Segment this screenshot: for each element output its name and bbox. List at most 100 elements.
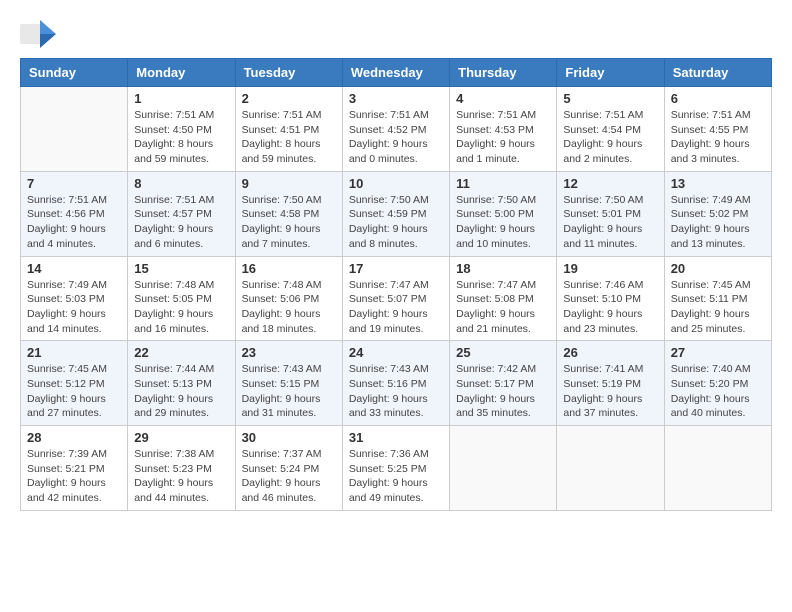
day-info: Sunrise: 7:37 AM Sunset: 5:24 PM Dayligh… [242, 447, 336, 506]
day-number: 15 [134, 261, 228, 276]
calendar-cell: 23 Sunrise: 7:43 AM Sunset: 5:15 PM Dayli… [235, 341, 342, 426]
calendar-cell: 28Sunrise: 7:39 AM Sunset: 5:21 PM Dayli… [21, 426, 128, 511]
day-info: Sunrise: 7:51 AM Sunset: 4:56 PM Dayligh… [27, 193, 121, 252]
calendar-table: SundayMondayTuesdayWednesdayThursdayFrid… [20, 58, 772, 511]
day-number: 8 [134, 176, 228, 191]
day-number: 11 [456, 176, 550, 191]
day-number: 25 [456, 345, 550, 360]
weekday-header-friday: Friday [557, 59, 664, 87]
day-number: 26 [563, 345, 657, 360]
day-info: Sunrise: 7:42 AM Sunset: 5:17 PM Dayligh… [456, 362, 550, 421]
day-number: 22 [134, 345, 228, 360]
day-number: 20 [671, 261, 765, 276]
day-number: 24 [349, 345, 443, 360]
day-info: Sunrise: 7:47 AM Sunset: 5:07 PM Dayligh… [349, 278, 443, 337]
day-number: 2 [242, 91, 336, 106]
day-number: 9 [242, 176, 336, 191]
day-info: Sunrise: 7:44 AM Sunset: 5:13 PM Dayligh… [134, 362, 228, 421]
day-number: 19 [563, 261, 657, 276]
calendar-cell: 20 Sunrise: 7:45 AM Sunset: 5:11 PM Dayli… [664, 256, 771, 341]
day-info: Sunrise: 7:51 AM Sunset: 4:52 PM Dayligh… [349, 108, 443, 167]
day-number: 1 [134, 91, 228, 106]
day-info: Sunrise: 7:51 AM Sunset: 4:55 PM Dayligh… [671, 108, 765, 167]
calendar-cell: 2 Sunrise: 7:51 AM Sunset: 4:51 PM Daylig… [235, 87, 342, 172]
calendar-cell: 25 Sunrise: 7:42 AM Sunset: 5:17 PM Dayli… [450, 341, 557, 426]
calendar-cell: 17Sunrise: 7:47 AM Sunset: 5:07 PM Dayli… [342, 256, 449, 341]
day-info: Sunrise: 7:43 AM Sunset: 5:16 PM Dayligh… [349, 362, 443, 421]
day-number: 6 [671, 91, 765, 106]
day-info: Sunrise: 7:36 AM Sunset: 5:25 PM Dayligh… [349, 447, 443, 506]
day-info: Sunrise: 7:49 AM Sunset: 5:03 PM Dayligh… [27, 278, 121, 337]
day-number: 29 [134, 430, 228, 445]
calendar-week-row: 7 Sunrise: 7:51 AM Sunset: 4:56 PM Daylig… [21, 171, 772, 256]
day-info: Sunrise: 7:50 AM Sunset: 4:58 PM Dayligh… [242, 193, 336, 252]
calendar-cell [450, 426, 557, 511]
day-number: 16 [242, 261, 336, 276]
calendar-cell: 11 Sunrise: 7:50 AM Sunset: 5:00 PM Dayli… [450, 171, 557, 256]
day-number: 21 [27, 345, 121, 360]
logo [20, 20, 60, 48]
calendar-cell [21, 87, 128, 172]
day-number: 13 [671, 176, 765, 191]
calendar-week-row: 14Sunrise: 7:49 AM Sunset: 5:03 PM Dayli… [21, 256, 772, 341]
day-info: Sunrise: 7:39 AM Sunset: 5:21 PM Dayligh… [27, 447, 121, 506]
weekday-header-thursday: Thursday [450, 59, 557, 87]
day-number: 31 [349, 430, 443, 445]
day-info: Sunrise: 7:51 AM Sunset: 4:51 PM Dayligh… [242, 108, 336, 167]
calendar-cell: 12Sunrise: 7:50 AM Sunset: 5:01 PM Dayli… [557, 171, 664, 256]
day-number: 7 [27, 176, 121, 191]
calendar-cell: 27Sunrise: 7:40 AM Sunset: 5:20 PM Dayli… [664, 341, 771, 426]
day-info: Sunrise: 7:51 AM Sunset: 4:57 PM Dayligh… [134, 193, 228, 252]
day-info: Sunrise: 7:48 AM Sunset: 5:05 PM Dayligh… [134, 278, 228, 337]
day-info: Sunrise: 7:45 AM Sunset: 5:12 PM Dayligh… [27, 362, 121, 421]
day-info: Sunrise: 7:51 AM Sunset: 4:54 PM Dayligh… [563, 108, 657, 167]
calendar-cell: 9 Sunrise: 7:50 AM Sunset: 4:58 PM Daylig… [235, 171, 342, 256]
calendar-cell: 30 Sunrise: 7:37 AM Sunset: 5:24 PM Dayli… [235, 426, 342, 511]
weekday-header-saturday: Saturday [664, 59, 771, 87]
day-number: 3 [349, 91, 443, 106]
calendar-cell: 3 Sunrise: 7:51 AM Sunset: 4:52 PM Daylig… [342, 87, 449, 172]
calendar-cell: 15 Sunrise: 7:48 AM Sunset: 5:05 PM Dayli… [128, 256, 235, 341]
day-info: Sunrise: 7:47 AM Sunset: 5:08 PM Dayligh… [456, 278, 550, 337]
calendar-cell: 24 Sunrise: 7:43 AM Sunset: 5:16 PM Dayli… [342, 341, 449, 426]
calendar-cell: 29 Sunrise: 7:38 AM Sunset: 5:23 PM Dayli… [128, 426, 235, 511]
calendar-cell: 5 Sunrise: 7:51 AM Sunset: 4:54 PM Daylig… [557, 87, 664, 172]
calendar-week-row: 28Sunrise: 7:39 AM Sunset: 5:21 PM Dayli… [21, 426, 772, 511]
calendar-cell: 31 Sunrise: 7:36 AM Sunset: 5:25 PM Dayli… [342, 426, 449, 511]
calendar-cell [557, 426, 664, 511]
day-number: 30 [242, 430, 336, 445]
day-number: 5 [563, 91, 657, 106]
calendar-cell: 8 Sunrise: 7:51 AM Sunset: 4:57 PM Daylig… [128, 171, 235, 256]
day-info: Sunrise: 7:51 AM Sunset: 4:53 PM Dayligh… [456, 108, 550, 167]
weekday-header-tuesday: Tuesday [235, 59, 342, 87]
day-info: Sunrise: 7:43 AM Sunset: 5:15 PM Dayligh… [242, 362, 336, 421]
weekday-header-monday: Monday [128, 59, 235, 87]
weekday-header-sunday: Sunday [21, 59, 128, 87]
day-info: Sunrise: 7:50 AM Sunset: 5:00 PM Dayligh… [456, 193, 550, 252]
day-info: Sunrise: 7:46 AM Sunset: 5:10 PM Dayligh… [563, 278, 657, 337]
day-info: Sunrise: 7:38 AM Sunset: 5:23 PM Dayligh… [134, 447, 228, 506]
calendar-cell: 26Sunrise: 7:41 AM Sunset: 5:19 PM Dayli… [557, 341, 664, 426]
logo-icon [20, 20, 56, 48]
calendar-cell: 10 Sunrise: 7:50 AM Sunset: 4:59 PM Dayli… [342, 171, 449, 256]
calendar-cell [664, 426, 771, 511]
calendar-cell: 7 Sunrise: 7:51 AM Sunset: 4:56 PM Daylig… [21, 171, 128, 256]
weekday-header-row: SundayMondayTuesdayWednesdayThursdayFrid… [21, 59, 772, 87]
calendar-cell: 19 Sunrise: 7:46 AM Sunset: 5:10 PM Dayli… [557, 256, 664, 341]
day-number: 10 [349, 176, 443, 191]
day-number: 12 [563, 176, 657, 191]
calendar-cell: 14Sunrise: 7:49 AM Sunset: 5:03 PM Dayli… [21, 256, 128, 341]
day-number: 27 [671, 345, 765, 360]
calendar-cell: 16Sunrise: 7:48 AM Sunset: 5:06 PM Dayli… [235, 256, 342, 341]
day-number: 18 [456, 261, 550, 276]
calendar-cell: 13Sunrise: 7:49 AM Sunset: 5:02 PM Dayli… [664, 171, 771, 256]
calendar-cell: 4Sunrise: 7:51 AM Sunset: 4:53 PM Daylig… [450, 87, 557, 172]
calendar-week-row: 21 Sunrise: 7:45 AM Sunset: 5:12 PM Dayli… [21, 341, 772, 426]
calendar-week-row: 1Sunrise: 7:51 AM Sunset: 4:50 PM Daylig… [21, 87, 772, 172]
day-number: 23 [242, 345, 336, 360]
calendar-cell: 22 Sunrise: 7:44 AM Sunset: 5:13 PM Dayli… [128, 341, 235, 426]
day-info: Sunrise: 7:50 AM Sunset: 4:59 PM Dayligh… [349, 193, 443, 252]
calendar-cell: 21 Sunrise: 7:45 AM Sunset: 5:12 PM Dayli… [21, 341, 128, 426]
calendar-cell: 6 Sunrise: 7:51 AM Sunset: 4:55 PM Daylig… [664, 87, 771, 172]
day-info: Sunrise: 7:45 AM Sunset: 5:11 PM Dayligh… [671, 278, 765, 337]
